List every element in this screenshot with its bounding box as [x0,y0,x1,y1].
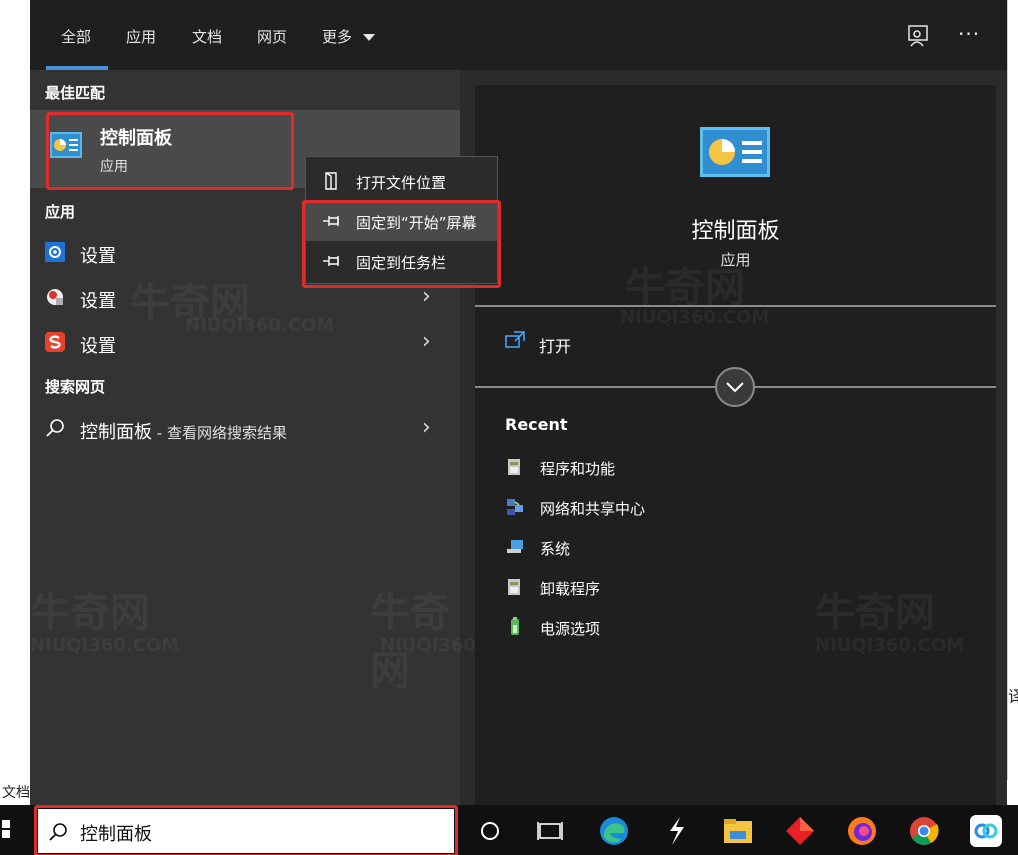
cortana-icon[interactable] [474,815,506,847]
system-icon [507,540,523,553]
menu-item-label: 打开文件位置 [356,174,447,192]
menu-item-open-file-location[interactable]: 打开文件位置 [306,161,497,201]
tab-apps[interactable]: 应用 [126,26,156,47]
recent-item-label: 程序和功能 [540,460,616,478]
recent-item-label: 网络和共享中心 [540,500,646,518]
app-result-label: 设置 [80,336,116,357]
chrome-icon[interactable] [908,815,940,847]
watermark-domain: NIUQI360.COM [30,635,180,656]
detail-pane: 控制面板 应用 打开 Recent 程序和功能 网络和共享中心 系统 卸载程序 … [475,85,996,805]
web-search-label: 控制面板 - 查看网络搜索结果 [80,418,287,444]
web-search-suffix: - 查看网络搜索结果 [152,424,287,442]
firefox-icon[interactable] [846,815,878,847]
recent-item[interactable]: 卸载程序 [505,573,905,603]
network-icon [507,499,523,515]
app-diamond-icon[interactable] [784,815,816,847]
tab-more[interactable]: 更多 [322,26,375,47]
tab-all[interactable]: 全部 [61,26,91,47]
chevron-right-icon[interactable]: › [422,415,431,440]
web-search-query: 控制面板 [80,422,152,443]
app-result-label: 设置 [80,291,116,312]
open-action[interactable]: 打开 [539,333,571,357]
recent-item[interactable]: 程序和功能 [505,453,905,483]
detail-title: 控制面板 [691,219,780,244]
control-panel-icon [700,127,770,177]
recent-item-label: 系统 [540,540,571,558]
open-icon [505,331,525,348]
start-search-panel: 全部 应用 文档 网页 更多 ··· 最佳匹配 控制面板 应用 应用 设置 设置… [30,0,1007,805]
background-char: 译 [1008,687,1018,706]
highlight-box [302,200,501,288]
edge-browser-icon[interactable] [598,815,630,847]
chevron-right-icon[interactable]: › [422,329,431,354]
chevron-down-icon [726,382,744,393]
highlight-box [34,805,458,855]
recent-item[interactable]: 电源选项 [505,613,905,643]
background-text: 文档 [2,785,30,801]
recent-heading: Recent [505,415,568,434]
watermark-brand: 牛奇网 [30,590,150,636]
taskbar: 控制面板 [0,805,1018,855]
programs-icon [508,459,520,475]
recent-item-label: 电源选项 [540,620,601,638]
app-result-item[interactable]: 设置 › [30,321,460,365]
apps-heading: 应用 [45,203,76,221]
search-icon [46,419,64,437]
baidu-netdisk-icon[interactable] [970,815,1002,847]
detail-subtitle: 应用 [720,251,751,269]
watermark-brand: 牛奇网 [370,590,450,694]
windows-logo-icon[interactable] [0,820,10,838]
highlight-box [46,112,294,190]
gear-icon [45,242,65,262]
sogou-icon [45,332,65,352]
recent-item[interactable]: 系统 [505,533,905,563]
best-match-heading: 最佳匹配 [45,84,106,102]
tab-web[interactable]: 网页 [257,26,287,47]
settings-app-icon [47,289,63,305]
file-location-icon [325,172,337,190]
recent-item-label: 卸载程序 [540,580,601,598]
tab-documents[interactable]: 文档 [192,26,222,47]
file-explorer-icon[interactable] [722,815,754,847]
watermark-domain: NIUQI360.COM [620,307,770,328]
app-result-label: 设置 [80,246,116,267]
tab-bar: 全部 应用 文档 网页 更多 ··· [30,0,1007,70]
feedback-icon[interactable] [906,24,930,48]
background-window-right [1007,0,1018,780]
web-search-item[interactable]: 控制面板 - 查看网络搜索结果 › [30,407,460,451]
divider [475,305,996,307]
web-search-heading: 搜索网页 [45,378,106,396]
recent-item[interactable]: 网络和共享中心 [505,493,905,523]
more-options-button[interactable]: ··· [958,22,980,46]
app-s-icon[interactable] [660,815,692,847]
background-window-left [0,0,30,800]
power-icon [511,617,519,635]
task-view-icon[interactable] [534,815,566,847]
expand-button[interactable] [715,367,755,407]
caret-down-icon [362,33,375,41]
uninstall-icon [508,579,520,595]
